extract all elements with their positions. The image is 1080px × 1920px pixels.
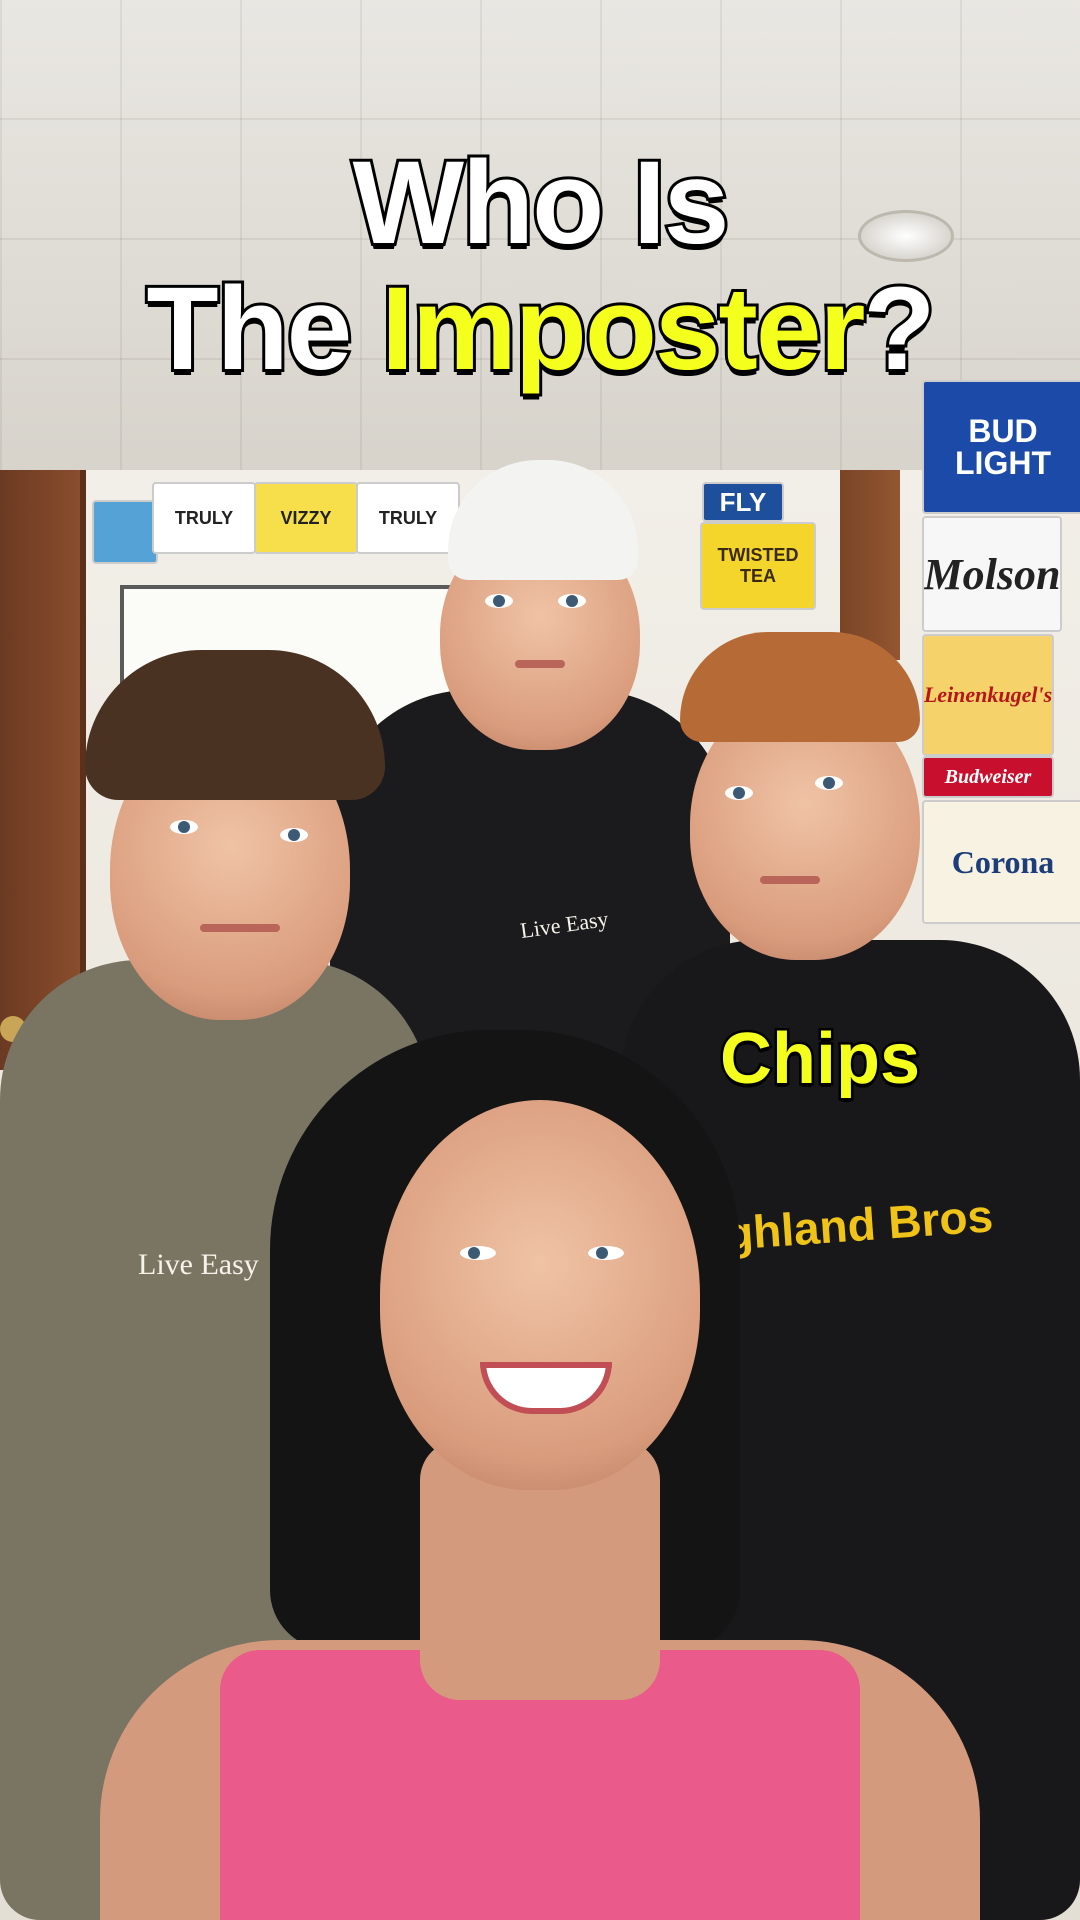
eye bbox=[170, 820, 198, 834]
sign-bud-light: BUD LIGHT bbox=[922, 380, 1080, 514]
video-title-overlay: Who Is The Imposter? bbox=[0, 137, 1080, 395]
eye bbox=[725, 786, 753, 800]
sign-vizzy: VIZZY bbox=[254, 482, 358, 554]
right-door bbox=[840, 470, 900, 660]
sign-twisted-tea: TWISTED TEA bbox=[700, 522, 816, 610]
eye bbox=[280, 828, 308, 842]
sign-fly: FLY bbox=[702, 482, 784, 522]
eye bbox=[558, 594, 586, 608]
hair-right bbox=[680, 632, 920, 742]
mouth bbox=[200, 924, 280, 932]
eye bbox=[815, 776, 843, 790]
eye bbox=[485, 594, 513, 608]
sign-leinenkugels: Leinenkugel's bbox=[922, 634, 1054, 756]
title-line-1: Who Is bbox=[350, 137, 733, 269]
sign-corona: Corona bbox=[922, 800, 1080, 924]
mouth bbox=[515, 660, 565, 668]
video-frame: TRULY VIZZY TRULY FLY TWISTED TEA BUD LI… bbox=[0, 0, 1080, 1920]
mouth bbox=[760, 876, 820, 884]
face-front bbox=[380, 1100, 700, 1490]
title-suffix: ? bbox=[860, 263, 938, 395]
title-highlight: Imposter bbox=[378, 263, 868, 395]
title-prefix: The bbox=[143, 263, 382, 395]
eye bbox=[460, 1246, 496, 1260]
sign-budweiser: Budweiser bbox=[922, 756, 1054, 798]
sign-truly-1: TRULY bbox=[152, 482, 256, 554]
hoodie-print-left: Live Easy bbox=[138, 1248, 259, 1281]
caption-label: Chips bbox=[717, 1017, 922, 1102]
sign-small-logo bbox=[92, 500, 158, 564]
title-line-2: The Imposter? bbox=[0, 263, 1080, 395]
eye bbox=[588, 1246, 624, 1260]
sign-molson: Molson bbox=[922, 516, 1062, 632]
sign-truly-2: TRULY bbox=[356, 482, 460, 554]
